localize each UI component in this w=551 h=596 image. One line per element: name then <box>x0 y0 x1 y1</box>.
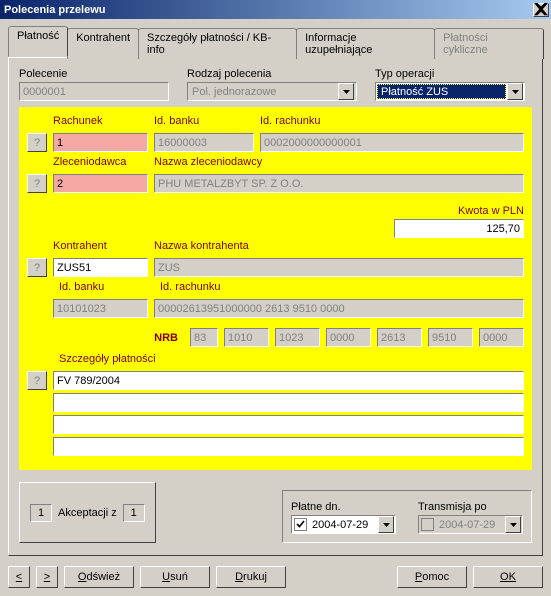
help-szczegoly-button[interactable]: ? <box>27 371 47 390</box>
rodzaj-select[interactable]: Pol. jednorazowe <box>187 82 357 101</box>
prev-button[interactable]: < <box>8 566 30 588</box>
chevron-down-icon <box>378 516 394 533</box>
nrb-1 <box>224 328 269 347</box>
next-button[interactable]: > <box>36 566 58 588</box>
typ-select[interactable]: Płatność ZUS <box>375 82 525 101</box>
nrb-5 <box>428 328 473 347</box>
help-kontrahent-button[interactable]: ? <box>27 258 47 277</box>
check-icon <box>294 518 307 531</box>
rachunek-input[interactable] <box>53 133 148 152</box>
window-title: Polecenia przelewu <box>4 4 533 16</box>
akc-n1: 1 <box>30 504 52 522</box>
kwota-label: Kwota w PLN <box>458 205 524 217</box>
kontrahent-label: Kontrahent <box>53 240 148 252</box>
akc-n2: 1 <box>123 504 145 522</box>
idrach2-label: Id. rachunku <box>160 281 524 293</box>
nazwa-zlec-field <box>154 174 524 193</box>
nazwa-k-label: Nazwa kontrahenta <box>154 240 524 252</box>
tab-panel: Polecenie Rodzaj polecenia Pol. jednoraz… <box>8 57 543 556</box>
idbanku1-field <box>154 133 254 152</box>
typ-label: Typ operacji <box>375 68 525 80</box>
tab-info[interactable]: Informacje uzupełniające <box>296 28 435 59</box>
chevron-down-icon <box>338 83 354 100</box>
zlec-input[interactable] <box>53 174 148 193</box>
footer-buttons: < > Odśwież Usuń Drukuj Pomoc OK <box>8 566 543 588</box>
szczegoly-line-2[interactable] <box>53 393 524 412</box>
nrb-3 <box>326 328 371 347</box>
tab-kontrahent[interactable]: Kontrahent <box>67 28 139 59</box>
nazwa-k-field <box>154 258 524 277</box>
akceptacji-box: 1 Akceptacji z 1 <box>19 482 156 543</box>
help-rachunek-button[interactable]: ? <box>27 133 47 152</box>
platne-label: Płatne dn. <box>291 501 396 513</box>
usun-button[interactable]: Usuń <box>140 566 210 588</box>
idrach1-label: Id. rachunku <box>260 115 524 127</box>
rodzaj-label: Rodzaj polecenia <box>187 68 357 80</box>
transmisja-label: Transmisja po <box>418 501 523 513</box>
tab-platnosc[interactable]: Płatność <box>8 26 68 57</box>
tab-cykliczne: Płatności cykliczne <box>434 28 544 59</box>
idbanku2-label: Id. banku <box>59 281 154 293</box>
idbanku1-label: Id. banku <box>154 115 254 127</box>
close-button[interactable] <box>533 3 549 17</box>
odswiez-button[interactable]: Odśwież <box>64 566 134 588</box>
kwota-input[interactable] <box>394 219 524 238</box>
szczegoly-label: Szczegóły płatności <box>59 353 156 365</box>
nrb-0 <box>190 328 218 347</box>
chevron-down-icon <box>507 83 523 100</box>
idrach2-field <box>154 299 524 318</box>
pomoc-button[interactable]: Pomoc <box>397 566 467 588</box>
szczegoly-line-3[interactable] <box>53 415 524 434</box>
transmisja-date[interactable]: 2004-07-29 <box>418 515 523 534</box>
idbanku2-field <box>53 299 148 318</box>
polecenie-field <box>19 82 169 101</box>
nrb-2 <box>275 328 320 347</box>
szczegoly-line-1[interactable] <box>53 371 524 390</box>
drukuj-button[interactable]: Drukuj <box>216 566 286 588</box>
chevron-down-icon <box>505 516 521 533</box>
checkbox-empty-icon <box>421 518 434 531</box>
akc-label: Akceptacji z <box>58 507 117 519</box>
nazwa-zlec-label: Nazwa zleceniodawcy <box>154 156 524 168</box>
nrb-6 <box>479 328 524 347</box>
ok-button[interactable]: OK <box>473 566 543 588</box>
tab-strip: Płatność Kontrahent Szczegóły płatności … <box>8 26 543 58</box>
rachunek-label: Rachunek <box>53 115 148 127</box>
szczegoly-line-4[interactable] <box>53 437 524 456</box>
nrb-4 <box>377 328 422 347</box>
tab-szczegoly[interactable]: Szczegóły płatności / KB-info <box>138 28 297 59</box>
nrb-row: NRB <box>27 328 524 347</box>
platne-date[interactable]: 2004-07-29 <box>291 515 396 534</box>
zlec-label: Zleceniodawca <box>53 156 148 168</box>
nrb-label: NRB <box>154 332 178 344</box>
idrach1-field <box>260 133 524 152</box>
polecenie-label: Polecenie <box>19 68 169 80</box>
yellow-section-1: Rachunek Id. banku Id. rachunku ? Zlecen… <box>19 107 532 470</box>
kontrahent-input[interactable] <box>53 258 148 277</box>
help-zlec-button[interactable]: ? <box>27 174 47 193</box>
